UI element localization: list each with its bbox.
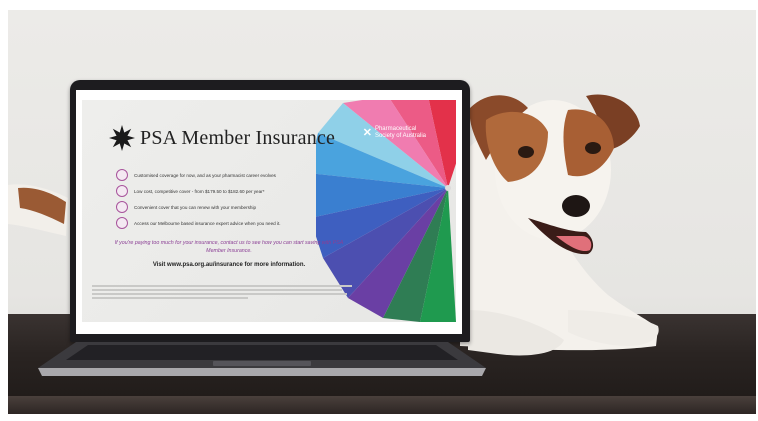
benefit-item: Access our Melbourne based insurance exp… [116,216,326,230]
benefit-text: Convenient cover that you can renew with… [134,204,257,210]
fine-print [92,285,352,301]
benefit-text: Low cost, competitive cover - from $179.… [134,188,265,194]
photo-scene: PSA Member Insurance ✕ Pharmaceutical So… [8,10,756,414]
visit-link-text[interactable]: Visit www.psa.org.au/insurance for more … [114,262,344,268]
psa-brand-mark-icon: ✕ [362,126,372,139]
benefit-item: Convenient cover that you can renew with… [116,200,326,214]
benefit-item: Low cost, competitive cover - from $179.… [116,184,326,198]
promo-text: If you're paying too much for your insur… [114,240,344,254]
benefit-item: Customised coverage for now, and as your… [116,168,326,182]
bullet-icon [116,217,128,229]
benefit-list: Customised coverage for now, and as your… [116,168,326,232]
brand-line-1: Pharmaceutical [374,126,417,132]
psa-brand-logo: ✕ Pharmaceutical Society of Australia [363,126,426,140]
bullet-icon [116,169,128,181]
benefit-text: Customised coverage for now, and as your… [134,172,276,178]
psa-star-logo-icon [109,125,135,151]
laptop-base [38,342,486,376]
ad-title: PSA Member Insurance [140,127,336,149]
benefit-text: Access our Melbourne based insurance exp… [134,220,281,226]
bullet-icon [116,185,128,197]
brand-line-2: Society of Australia [374,133,426,139]
insurance-ad: PSA Member Insurance ✕ Pharmaceutical So… [82,100,456,322]
bullet-icon [116,201,128,213]
laptop-screen: PSA Member Insurance ✕ Pharmaceutical So… [76,90,462,334]
